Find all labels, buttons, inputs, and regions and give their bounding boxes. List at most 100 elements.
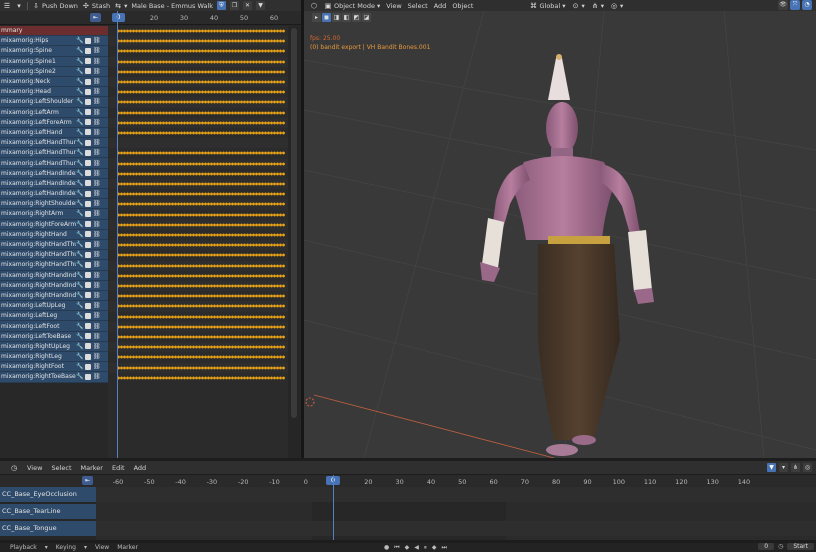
keyframe-row[interactable] (108, 36, 288, 47)
mute-checkbox[interactable] (85, 68, 91, 75)
bone-channel[interactable]: mixamorig:LeftShoulder 🔧 ⛓ (0, 97, 108, 108)
modifier-icon[interactable]: 🔧 (76, 68, 83, 75)
keyframe-markers[interactable] (117, 284, 285, 288)
bone-channel[interactable]: mixamorig:RightHandInde 🔧 ⛓ (0, 270, 108, 281)
lock-icon[interactable]: ⛓ (93, 343, 101, 350)
mute-checkbox[interactable] (85, 139, 91, 146)
lock-icon[interactable]: ⛓ (93, 129, 101, 136)
bone-channel[interactable]: mixamorig:RightHand 🔧 ⛓ (0, 229, 108, 240)
keyframe-row[interactable] (108, 67, 288, 77)
modifier-icon[interactable]: 🔧 (76, 261, 83, 268)
chevron-down-icon[interactable]: ▾ (779, 463, 788, 472)
timeline-playhead[interactable] (333, 475, 334, 540)
editor-type-icon[interactable]: ◷ (10, 464, 18, 472)
mute-checkbox[interactable] (85, 241, 91, 248)
start-frame-field[interactable]: Start (787, 543, 814, 550)
jump-start-icon[interactable]: ⏮ (394, 544, 399, 552)
mute-checkbox[interactable] (85, 282, 91, 289)
mute-checkbox[interactable] (85, 200, 91, 207)
lock-icon[interactable]: ⛓ (93, 261, 101, 268)
bone-channel[interactable]: mixamorig:Neck 🔧 ⛓ (0, 76, 108, 88)
modifier-icon[interactable]: 🔧 (76, 58, 83, 65)
current-frame-field[interactable]: 0 (758, 543, 775, 550)
close-icon[interactable]: ✕ (243, 1, 253, 10)
lock-icon[interactable]: ⛓ (93, 353, 101, 360)
keyframe-area[interactable] (108, 26, 288, 458)
keyframe-markers[interactable] (117, 263, 285, 268)
lock-icon[interactable]: ⛓ (93, 302, 101, 309)
bone-channel[interactable]: mixamorig:LeftArm 🔧 ⛓ (0, 107, 108, 118)
keyframe-row[interactable] (108, 260, 288, 271)
keyframe-markers[interactable] (117, 29, 285, 33)
lock-icon[interactable]: ⛓ (93, 231, 101, 238)
lock-icon[interactable]: ⛓ (93, 58, 101, 65)
lock-icon[interactable]: ⛓ (93, 312, 101, 319)
stash-button[interactable]: ✣ Stash (82, 2, 110, 10)
modifier-icon[interactable]: 🔧 (76, 160, 83, 167)
visibility-icon[interactable]: 👁 (778, 0, 788, 10)
bone-channel[interactable]: mixamorig:Spine 🔧 ⛓ (0, 46, 108, 57)
snap-icon[interactable]: ⋔ (791, 463, 800, 472)
bone-channel[interactable]: mixamorig:RightArm 🔧 ⛓ (0, 209, 108, 220)
keyframe-row[interactable] (108, 210, 288, 220)
mute-checkbox[interactable] (85, 180, 91, 187)
keyframe-row[interactable] (108, 117, 288, 128)
modifier-icon[interactable]: 🔧 (76, 180, 83, 187)
timeline-channel[interactable]: CC_Base_EyeOcclusion (0, 487, 96, 502)
lock-icon[interactable]: ⛓ (93, 272, 101, 279)
3d-viewport[interactable]: ⬡ ▣ Object Mode ▾ View Select Add Object … (304, 0, 816, 458)
lock-icon[interactable]: ⛓ (93, 170, 101, 177)
mute-checkbox[interactable] (85, 353, 91, 360)
bone-channel[interactable]: mixamorig:Spine2 🔧 ⛓ (0, 66, 108, 77)
timeline-ruler[interactable]: ⇤ 0 -60-50-40-30-20-10020304050607080901… (0, 475, 816, 487)
lock-icon[interactable]: ⛓ (93, 78, 101, 85)
bone-channel[interactable]: mixamorig:RightHandInde 🔧 ⛓ (0, 290, 108, 302)
modifier-icon[interactable]: 🔧 (76, 170, 83, 177)
modifier-icon[interactable]: 🔧 (76, 373, 83, 380)
timeline-channel[interactable]: CC_Base_TearLine (0, 504, 96, 519)
keyframe-row[interactable] (108, 26, 288, 36)
copy-icon[interactable]: ❐ (230, 1, 240, 10)
mute-checkbox[interactable] (85, 210, 91, 217)
current-frame-indicator[interactable]: 0 (112, 13, 125, 22)
timeline-channel[interactable]: CC_Base_Tongue (0, 521, 96, 536)
modifier-icon[interactable]: 🔧 (76, 363, 83, 370)
modifier-icon[interactable]: 🔧 (76, 37, 83, 44)
keyframe-row[interactable] (108, 148, 288, 158)
lock-icon[interactable]: ⛓ (93, 68, 101, 75)
keyframe-row[interactable] (108, 219, 288, 230)
mute-checkbox[interactable] (85, 292, 91, 299)
lock-icon[interactable]: ⛓ (93, 241, 101, 248)
proportional-edit-button[interactable]: ◎ ▾ (610, 2, 623, 10)
timeline-key-area[interactable] (96, 487, 816, 540)
mute-checkbox[interactable] (85, 363, 91, 370)
filter-icon[interactable]: ▼ (256, 1, 266, 10)
vertical-scrollbar[interactable] (288, 26, 300, 458)
scrollbar-thumb[interactable] (291, 28, 297, 418)
bone-channel[interactable]: mixamorig:LeftToeBase 🔧 ⛓ (0, 331, 108, 342)
bone-channel[interactable]: mixamorig:Head 🔧 ⛓ (0, 87, 108, 98)
mute-checkbox[interactable] (85, 160, 91, 167)
keyframe-markers[interactable] (117, 345, 285, 350)
mute-checkbox[interactable] (85, 88, 91, 95)
mute-checkbox[interactable] (85, 109, 91, 116)
keyframe-markers[interactable] (117, 304, 285, 309)
pivot-dropdown[interactable]: ⊙ ▾ (572, 2, 585, 10)
keyframe-markers[interactable] (117, 365, 285, 370)
keyframe-markers[interactable] (117, 335, 285, 339)
modifier-icon[interactable]: 🔧 (76, 343, 83, 350)
bone-channel[interactable]: mixamorig:RightHandThu 🔧 ⛓ (0, 239, 108, 251)
modifier-icon[interactable]: 🔧 (76, 47, 83, 54)
modifier-icon[interactable]: 🔧 (76, 353, 83, 360)
keyframe-row[interactable] (108, 169, 288, 179)
lock-icon[interactable]: ⛓ (93, 292, 101, 299)
lock-icon[interactable]: ⛓ (93, 200, 101, 207)
editor-type-icon[interactable]: ⬡ (310, 2, 318, 10)
mute-checkbox[interactable] (85, 98, 91, 105)
mute-checkbox[interactable] (85, 37, 91, 44)
gizmo-toggle-icon[interactable]: ⤧ (790, 0, 800, 10)
keyframe-row[interactable] (108, 373, 288, 383)
modifier-icon[interactable]: 🔧 (76, 78, 83, 85)
clock-icon[interactable]: ◷ (778, 543, 783, 550)
lock-icon[interactable]: ⛓ (93, 149, 101, 156)
